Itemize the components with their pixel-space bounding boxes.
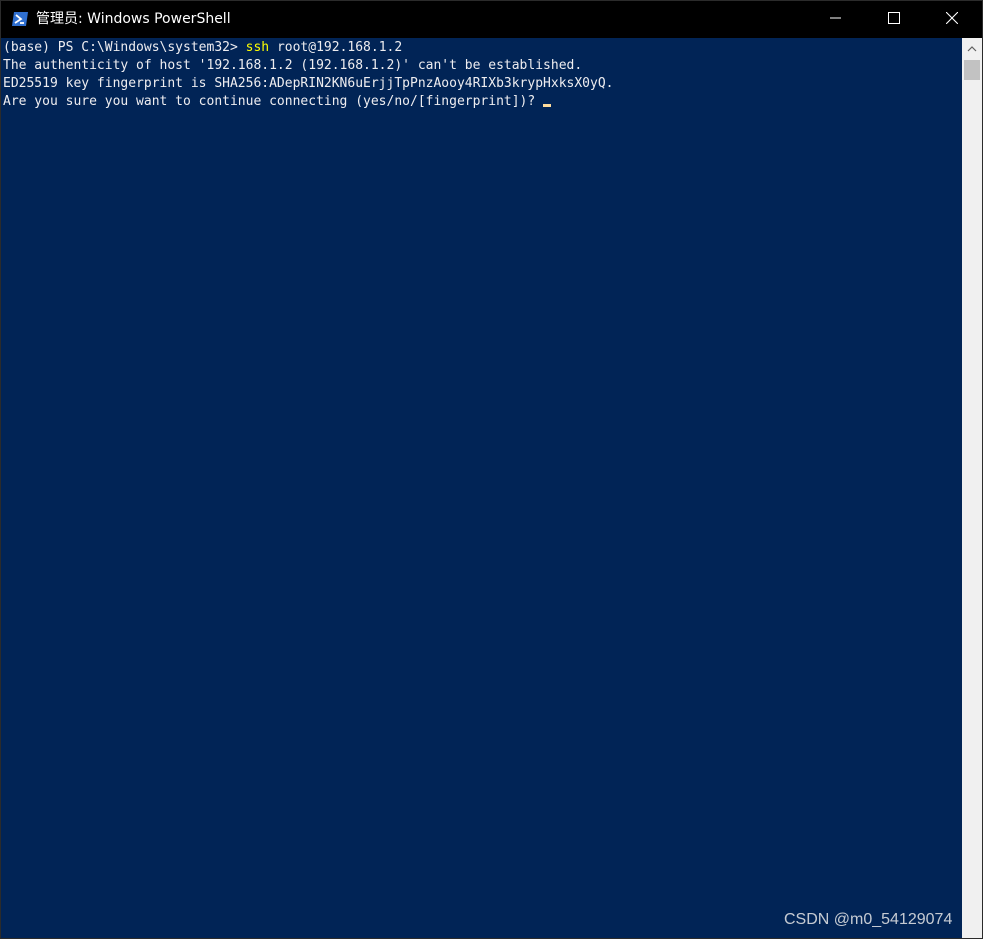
command-args: root@192.168.1.2 — [269, 40, 403, 55]
chevron-up-icon — [967, 39, 977, 57]
window-title: 管理员: Windows PowerShell — [36, 11, 231, 27]
vertical-scrollbar[interactable] — [962, 38, 982, 938]
question-text: Are you sure you want to continue connec… — [3, 94, 544, 109]
powershell-window: 管理员: Windows PowerShell (base) PS C:\Win… — [0, 0, 983, 939]
console-line: ED25519 key fingerprint is SHA256:ADepRI… — [3, 76, 614, 91]
console-line-question: Are you sure you want to continue connec… — [3, 93, 552, 111]
close-icon — [945, 11, 959, 29]
scroll-up-button[interactable] — [962, 38, 982, 58]
console-line-prompt: (base) PS C:\Windows\system32> ssh root@… — [3, 39, 402, 57]
console-line: The authenticity of host '192.168.1.2 (1… — [3, 58, 583, 73]
prompt-text: (base) PS C:\Windows\system32> — [3, 40, 246, 55]
console-output[interactable]: (base) PS C:\Windows\system32> ssh root@… — [1, 38, 962, 938]
watermark: CSDN @m0_54129074 — [784, 911, 953, 928]
maximize-icon — [888, 11, 900, 29]
close-button[interactable] — [923, 1, 981, 38]
command-name: ssh — [245, 40, 270, 55]
title-bar[interactable]: 管理员: Windows PowerShell — [1, 1, 982, 38]
powershell-icon[interactable] — [11, 11, 29, 27]
maximize-button[interactable] — [865, 1, 923, 38]
minimize-button[interactable] — [807, 1, 865, 38]
text-cursor — [543, 104, 552, 107]
minimize-icon — [830, 11, 842, 29]
scroll-thumb[interactable] — [964, 60, 980, 80]
